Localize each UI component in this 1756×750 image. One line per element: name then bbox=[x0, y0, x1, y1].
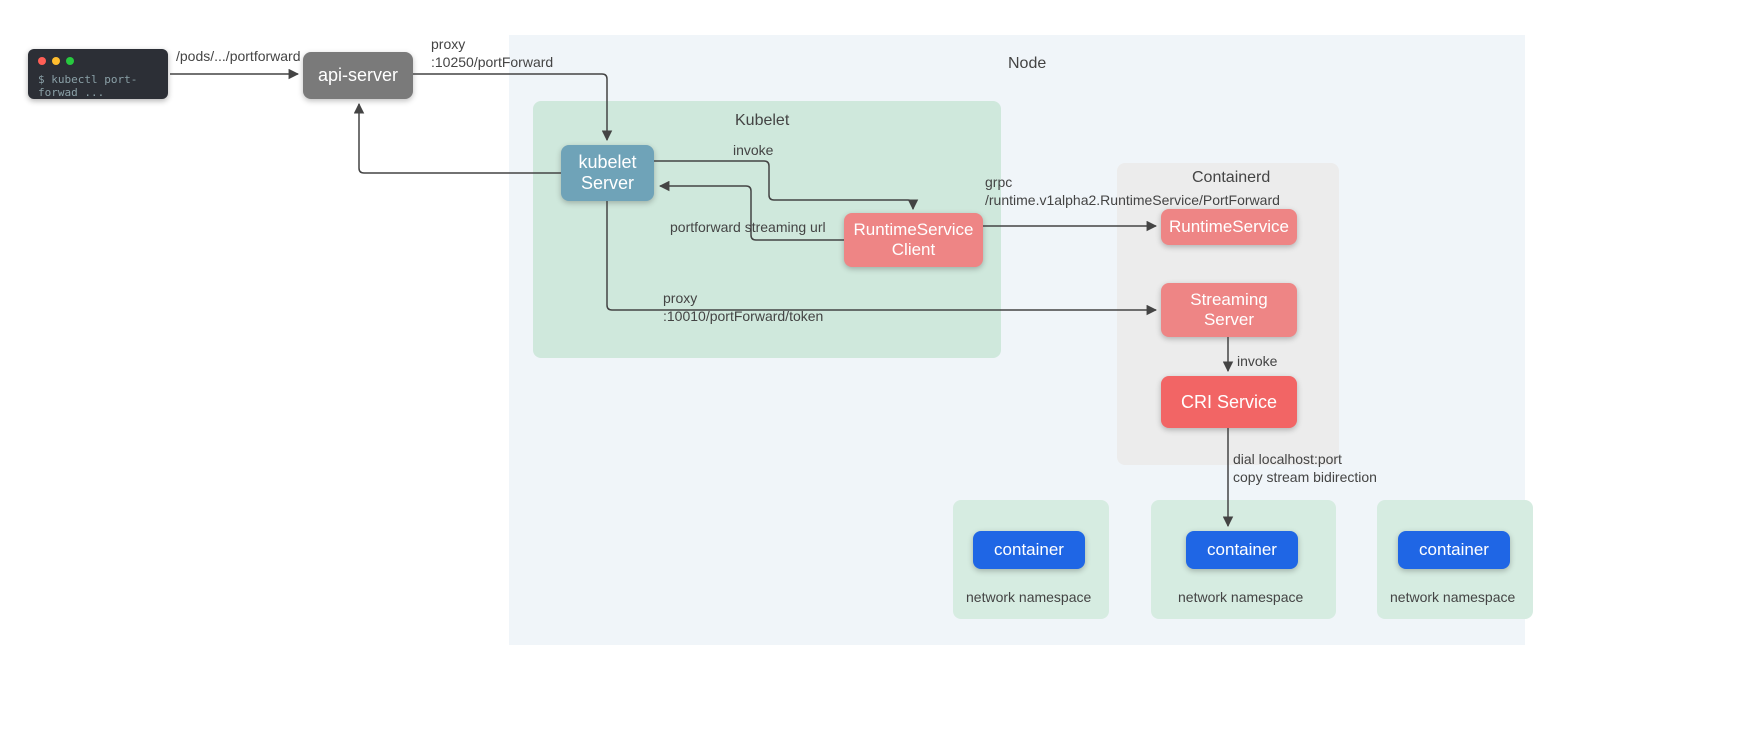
edge-label-invoke-2: invoke bbox=[1237, 352, 1277, 370]
edge-label-invoke-1: invoke bbox=[733, 141, 773, 159]
terminal-dot-yellow bbox=[52, 57, 60, 65]
kubelet-server-box: kubelet Server bbox=[561, 145, 654, 201]
netns-label-3: network namespace bbox=[1390, 588, 1515, 606]
kubelet-title: Kubelet bbox=[735, 111, 789, 132]
container-box-1: container bbox=[973, 531, 1085, 569]
edge-label-dial: dial localhost:port copy stream bidirect… bbox=[1233, 450, 1377, 486]
terminal-dot-green bbox=[66, 57, 74, 65]
node-title: Node bbox=[1008, 54, 1046, 75]
runtime-service-client-box: RuntimeService Client bbox=[844, 213, 983, 267]
edge-label-pods: /pods/.../portforward bbox=[176, 47, 301, 65]
edge-label-proxy10010: proxy :10010/portForward/token bbox=[663, 289, 823, 325]
terminal-dot-red bbox=[38, 57, 46, 65]
container-box-2: container bbox=[1186, 531, 1298, 569]
netns-label-1: network namespace bbox=[966, 588, 1091, 606]
cri-service-box: CRI Service bbox=[1161, 376, 1297, 428]
runtime-service-box: RuntimeService bbox=[1161, 209, 1297, 245]
terminal-command: $ kubectl port-forwad ... bbox=[38, 73, 158, 99]
edge-label-streaming-url: portforward streaming url bbox=[670, 218, 826, 236]
api-server-box: api-server bbox=[303, 52, 413, 99]
streaming-server-box: Streaming Server bbox=[1161, 283, 1297, 337]
container-box-3: container bbox=[1398, 531, 1510, 569]
netns-label-2: network namespace bbox=[1178, 588, 1303, 606]
terminal-dots bbox=[38, 57, 158, 65]
edge-label-proxy10250: proxy :10250/portForward bbox=[431, 35, 553, 71]
edge-label-grpc: grpc /runtime.v1alpha2.RuntimeService/Po… bbox=[985, 173, 1280, 209]
terminal: $ kubectl port-forwad ... bbox=[28, 49, 168, 99]
